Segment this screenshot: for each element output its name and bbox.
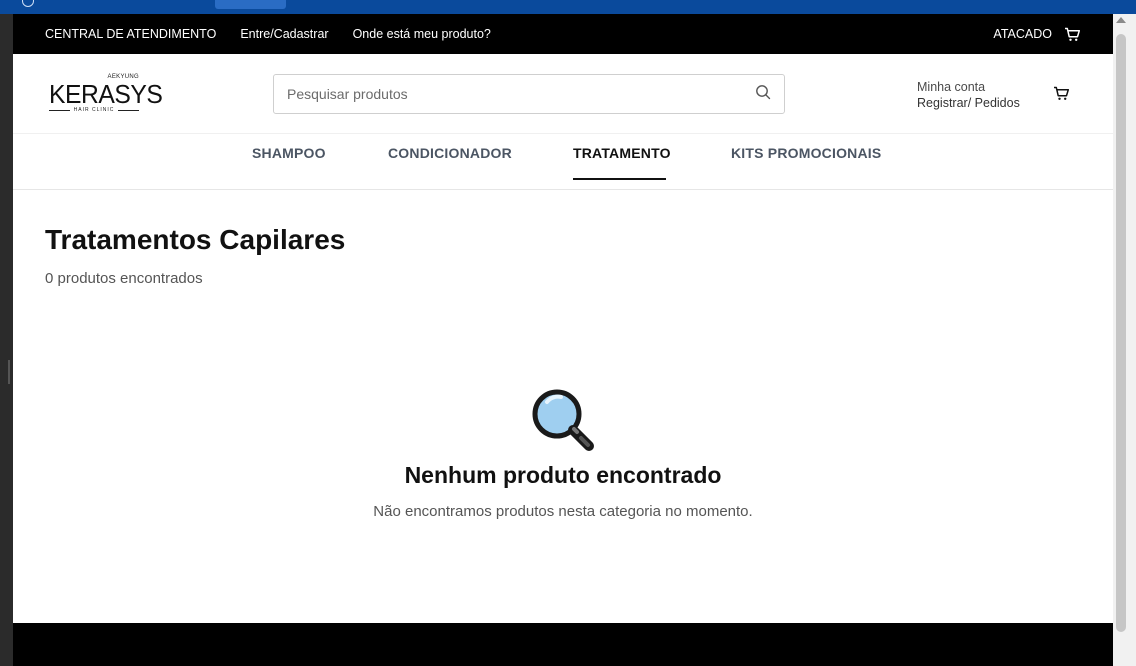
search-input[interactable]: [287, 86, 755, 102]
topbar-cart-icon[interactable]: [1064, 27, 1081, 42]
scroll-up-arrow-icon[interactable]: [1116, 17, 1126, 23]
site-header: AEKYUNG KERASYS HAIR CLINIC Minha conta …: [13, 54, 1113, 134]
window-left-edge: [0, 14, 13, 666]
active-tab-indicator: [573, 178, 666, 180]
empty-message: Não encontramos produtos nesta categoria…: [373, 503, 753, 520]
topbar-link-atendimento[interactable]: CENTRAL DE ATENDIMENTO: [45, 27, 216, 41]
site-footer: [13, 623, 1113, 666]
tab-kits-promocionais[interactable]: KITS PROMOCIONAIS: [731, 145, 881, 161]
topbar-link-atacado[interactable]: ATACADO: [993, 27, 1052, 41]
account-links[interactable]: Registrar/ Pedidos: [917, 95, 1020, 111]
magnifier-icon: [527, 384, 599, 456]
topbar-link-login[interactable]: Entre/Cadastrar: [240, 27, 328, 41]
scrollbar-thumb[interactable]: [1116, 34, 1126, 632]
search-icon[interactable]: [755, 84, 771, 105]
logo-brand: KERASYS: [49, 79, 163, 109]
web-page: CENTRAL DE ATENDIMENTO Entre/Cadastrar O…: [13, 14, 1113, 666]
category-nav: SHAMPOO CONDICIONADOR TRATAMENTO KITS PR…: [13, 134, 1113, 190]
kerasys-logo[interactable]: AEKYUNG KERASYS HAIR CLINIC: [49, 74, 163, 114]
product-count: 0 produtos encontrados: [45, 270, 203, 287]
tab-condicionador[interactable]: CONDICIONADOR: [388, 145, 512, 161]
tab-shampoo[interactable]: SHAMPOO: [252, 145, 326, 161]
empty-title: Nenhum produto encontrado: [404, 462, 722, 488]
resize-handle[interactable]: [8, 360, 10, 384]
browser-tab[interactable]: [215, 0, 286, 9]
account-label: Minha conta: [917, 80, 986, 94]
search-box: [273, 74, 785, 114]
tab-tratamento[interactable]: TRATAMENTO: [573, 145, 671, 161]
empty-state: Nenhum produto encontrado Não encontramo…: [13, 384, 1113, 520]
browser-top-bar: [0, 0, 1136, 14]
top-bar: CENTRAL DE ATENDIMENTO Entre/Cadastrar O…: [13, 14, 1113, 54]
main-content: Tratamentos Capilares 0 produtos encontr…: [13, 190, 1113, 287]
logo-sub: HAIR CLINIC: [73, 107, 115, 113]
page-title: Tratamentos Capilares: [45, 224, 346, 255]
header-cart-icon[interactable]: [1053, 86, 1070, 106]
topbar-link-tracking[interactable]: Onde está meu produto?: [353, 27, 491, 41]
browser-status-icon: [22, 0, 34, 7]
logo-subline: HAIR CLINIC: [49, 107, 140, 113]
account-menu: Minha conta Registrar/ Pedidos: [917, 79, 1020, 111]
